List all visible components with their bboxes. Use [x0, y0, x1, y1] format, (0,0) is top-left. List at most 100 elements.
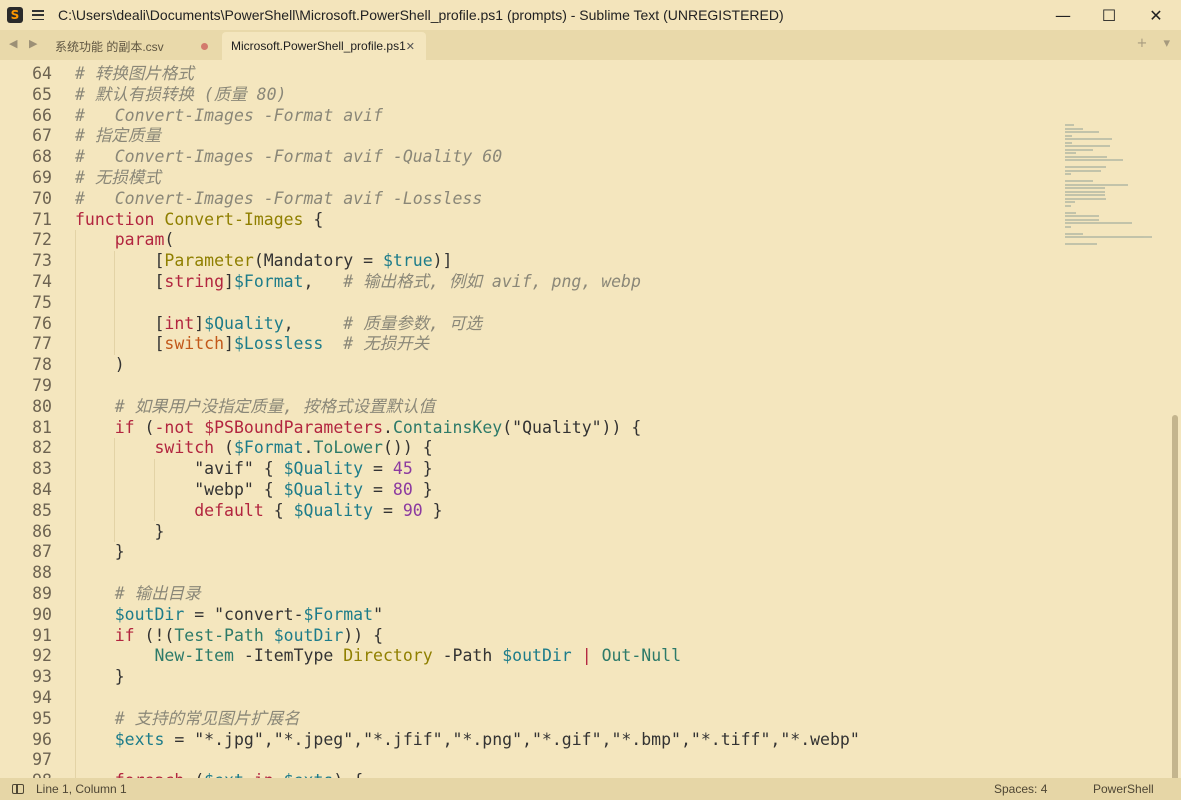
minimap-row [1065, 215, 1100, 217]
code-token: Parameter [164, 251, 254, 271]
code-token: = [373, 500, 403, 520]
code-line[interactable]: # Convert-Images -Format avif -Lossless [75, 189, 860, 210]
code-line[interactable]: # 如果用户没指定质量, 按格式设置默认值 [75, 397, 860, 418]
code-token: } [412, 459, 433, 479]
minimap-row [1065, 131, 1100, 133]
code-token: $outDir [114, 604, 185, 624]
minimap-row [1065, 197, 1106, 200]
code-line[interactable]: foreach ($ext in $exts) { [75, 771, 860, 778]
close-tab-icon[interactable]: ✕ [406, 40, 415, 53]
minimize-button[interactable]: — [1040, 0, 1086, 30]
code-line[interactable]: } [75, 522, 860, 543]
line-number: 93 [32, 667, 52, 687]
code-token: # 质量参数, 可选 [343, 313, 482, 333]
code-line[interactable]: # 无损模式 [75, 168, 860, 189]
code-line[interactable]: "avif" { $Quality = 45 } [75, 459, 860, 480]
code-token: } [412, 479, 433, 499]
code-token: param [114, 230, 165, 250]
line-number: 95 [32, 708, 52, 728]
code-line[interactable]: if (!(Test-Path $outDir)) { [75, 626, 860, 647]
line-number: 74 [32, 271, 52, 291]
code-token: " [373, 604, 383, 624]
code-line[interactable] [75, 293, 860, 314]
code-line[interactable]: # 默认有损转换 (质量 80) [75, 85, 860, 106]
minimap-row [1065, 187, 1105, 189]
code-line[interactable]: [Parameter(Mandatory = $true)] [75, 251, 860, 272]
code-token: { [263, 500, 294, 520]
code-token: ] [224, 334, 234, 354]
code-line[interactable]: } [75, 667, 860, 688]
code-line[interactable]: [switch]$Lossless # 无损开关 [75, 334, 860, 355]
code-token: ] [224, 271, 234, 291]
tab-label: 系统功能 的副本.csv [55, 39, 164, 54]
indentation-setting[interactable]: Spaces: 4 [994, 782, 1047, 796]
code-token: $Format [233, 438, 304, 458]
code-line[interactable]: # 转换图片格式 [75, 64, 860, 85]
code-line[interactable] [75, 688, 860, 709]
code-line[interactable]: $outDir = "convert-$Format" [75, 605, 860, 626]
code-line[interactable]: # 输出目录 [75, 584, 860, 605]
code-token: # Convert-Images -Format avif -Lossless [75, 188, 483, 208]
code-token: $exts [284, 771, 334, 778]
vertical-scrollbar[interactable] [1172, 415, 1178, 778]
code-token: . [383, 417, 393, 437]
toggle-panel-icon[interactable] [12, 784, 24, 794]
code-line[interactable]: function Convert-Images { [75, 210, 860, 231]
tab-csv[interactable]: 系统功能 的副本.csv [45, 32, 220, 60]
code-token: $exts [114, 729, 165, 749]
code-line[interactable]: [int]$Quality, # 质量参数, 可选 [75, 314, 860, 335]
code-line[interactable]: "webp" { $Quality = 80 } [75, 480, 860, 501]
code-token: string [164, 271, 225, 291]
code-token: (!( [134, 625, 175, 645]
code-line[interactable]: [string]$Format, # 输出格式, 例如 avif, png, w… [75, 272, 860, 293]
code-token: if [114, 417, 135, 437]
minimap[interactable] [1065, 124, 1165, 374]
code-line[interactable]: # 指定质量 [75, 126, 860, 147]
status-bar: Line 1, Column 1 Spaces: 4 PowerShell [0, 778, 1181, 800]
code-line[interactable]: # Convert-Images -Format avif [75, 106, 860, 127]
minimap-row [1065, 155, 1107, 158]
code-token: Test-Path [174, 625, 264, 645]
syntax-selector[interactable]: PowerShell [1093, 782, 1154, 796]
tab-profile[interactable]: Microsoft.PowerShell_profile.ps1 ✕ [222, 32, 426, 60]
minimap-row [1065, 134, 1072, 137]
code-line[interactable]: default { $Quality = 90 } [75, 501, 860, 522]
maximize-button[interactable]: ☐ [1086, 0, 1132, 30]
code-line[interactable]: $exts = "*.jpg","*.jpeg","*.jfif","*.png… [75, 730, 860, 751]
minimap-row [1065, 204, 1071, 207]
menu-hamburger-icon[interactable] [32, 10, 44, 20]
code-line[interactable]: ) [75, 355, 860, 376]
code-line[interactable]: switch ($Format.ToLower()) { [75, 438, 860, 459]
tab-nav-arrows-icon[interactable]: ◀ ▶ [9, 37, 41, 50]
code-line[interactable]: if (-not $PSBoundParameters.ContainsKey(… [75, 418, 860, 439]
line-number: 75 [32, 292, 52, 312]
code-line[interactable]: # Convert-Images -Format avif -Quality 6… [75, 147, 860, 168]
code-token: in [254, 771, 274, 778]
line-number: 77 [32, 334, 52, 354]
line-number: 81 [32, 417, 52, 437]
code-line[interactable]: # 支持的常见图片扩展名 [75, 709, 860, 730]
code-token: 80 [392, 479, 413, 499]
code-token: = [363, 459, 393, 479]
code-lines[interactable]: # 转换图片格式 # 默认有损转换 (质量 80) # Convert-Images… [75, 64, 860, 778]
code-editor[interactable]: 64 65 66 67 68 69 70 71 72 73 74 75 76 77 78 79 80 81 82 83… [0, 60, 1181, 778]
close-window-button[interactable]: ✕ [1133, 0, 1179, 30]
code-line[interactable]: param( [75, 230, 860, 251]
code-line[interactable]: New-Item -ItemType Directory -Path $outD… [75, 646, 860, 667]
code-line[interactable] [75, 376, 860, 397]
code-token: = "*.jpg","*.jpeg","*.jfif","*.png","*.g… [164, 729, 860, 749]
new-tab-and-tab-list-icons[interactable]: + ▾ [1136, 36, 1176, 51]
minimap-row [1065, 201, 1075, 203]
code-line[interactable] [75, 750, 860, 771]
code-line[interactable] [75, 563, 860, 584]
line-number: 71 [32, 209, 52, 229]
cursor-position[interactable]: Line 1, Column 1 [36, 782, 127, 796]
minimap-row [1065, 236, 1152, 238]
code-line[interactable]: } [75, 542, 860, 563]
